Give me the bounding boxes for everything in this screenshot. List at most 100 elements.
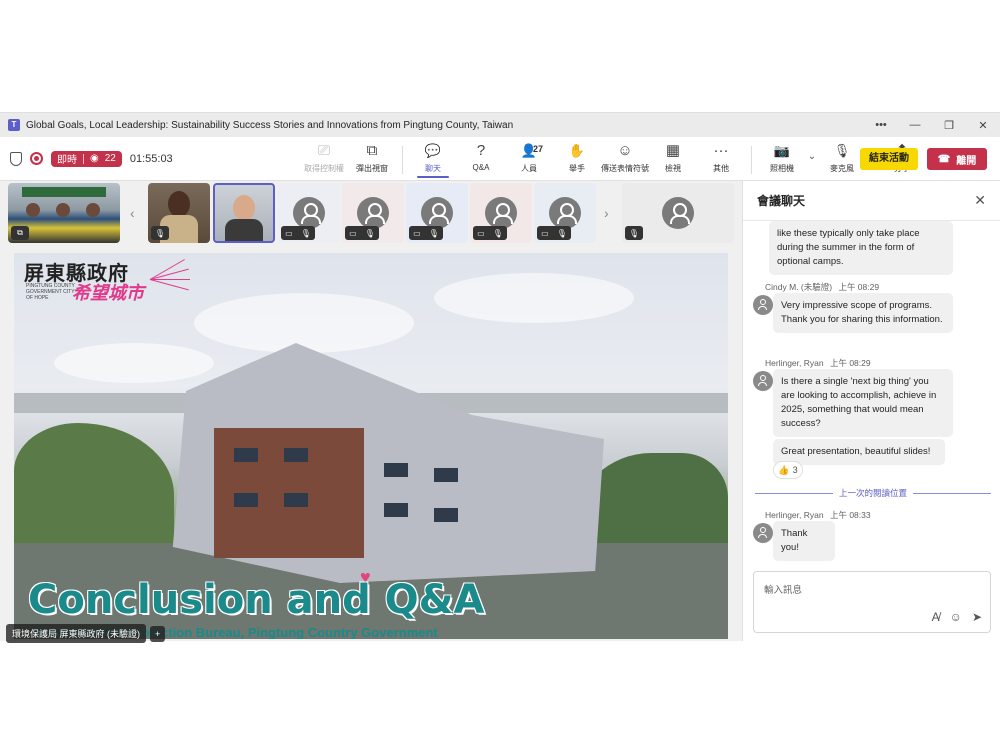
- view-button[interactable]: ▦ 檢視: [649, 141, 697, 174]
- thumbs-up-icon: 👍: [778, 464, 790, 475]
- participant-gallery: ⧉ ‹ 🎙 ▭ 🎙 ▭ 🎙 ▭ 🎙 ▭ 🎙 ▭ 🎙 › 🎙: [8, 183, 738, 243]
- message-meta: Herlinger, Ryan 上午 08:29: [765, 357, 871, 369]
- camera-off-icon: ▭: [413, 228, 421, 238]
- participant-tile-3[interactable]: ▭ 🎙: [278, 183, 340, 243]
- participant-tile-7[interactable]: ▭ 🎙: [534, 183, 596, 243]
- last-read-label: 上一次的閱讀位置: [839, 488, 908, 498]
- mic-muted-icon: 🎙: [151, 226, 169, 240]
- mic-muted-icon: 🎙: [364, 228, 375, 238]
- message-time: 上午 08:33: [829, 510, 871, 520]
- compose-placeholder: 輸入訊息: [764, 585, 803, 596]
- toolbar-actions: ⎚ 取得控制權 ⧉ 彈出視窗 💬 聊天 ? Q&A 👤 27 人員 ✋ 舉手 ☺…: [300, 141, 926, 179]
- meeting-chat-panel: 會議聊天 ✕ like these typically only take pl…: [742, 181, 1000, 641]
- camera-options-chevron-icon[interactable]: ⌄: [806, 151, 818, 162]
- chat-message: Great presentation, beautiful slides!: [773, 439, 945, 465]
- reaction-count: 3: [792, 465, 798, 475]
- live-badge: 即時 ◉ 22: [51, 150, 122, 167]
- tile-controls: ▭ 🎙: [537, 226, 571, 240]
- more-options-button[interactable]: •••: [864, 119, 898, 131]
- avatar: [357, 197, 389, 229]
- participant-tile-8[interactable]: 🎙: [622, 183, 734, 243]
- participant-tile-video-2[interactable]: [213, 183, 275, 243]
- phone-hangup-icon: ☎: [937, 153, 951, 165]
- message-author: Cindy M. (未驗證): [765, 282, 833, 292]
- camera-off-icon: ▭: [285, 228, 293, 238]
- window-title: Global Goals, Local Leadership: Sustaina…: [26, 119, 514, 131]
- end-activity-button[interactable]: 結束活動: [860, 148, 918, 170]
- participant-tile-4[interactable]: ▭ 🎙: [342, 183, 404, 243]
- viewer-count: 22: [104, 153, 116, 164]
- logo-subtitle: PINGTUNG COUNTY GOVERNMENT CITY OF HOPE: [26, 283, 75, 301]
- avatar: [549, 197, 581, 229]
- participant-tile-6[interactable]: ▭ 🎙: [470, 183, 532, 243]
- mic-muted-icon: 🎙: [556, 228, 567, 238]
- gallery-prev-arrow[interactable]: ‹: [130, 205, 135, 221]
- emoji-icon[interactable]: ☺: [950, 610, 962, 624]
- camera-off-icon: ▭: [477, 228, 485, 238]
- message-meta: Herlinger, Ryan 上午 08:33: [765, 509, 871, 521]
- share-screen-icon: ⧉: [11, 226, 29, 240]
- reaction-badge[interactable]: 👍 3: [773, 461, 803, 479]
- restore-button[interactable]: ❐: [932, 119, 966, 132]
- chat-header: 會議聊天 ✕: [743, 181, 1000, 221]
- tile-controls: ▭ 🎙: [281, 226, 315, 240]
- more-icon: ···: [713, 142, 729, 159]
- meeting-timer: 01:55:03: [129, 152, 173, 165]
- teams-app-icon: T: [8, 119, 20, 131]
- camera-button[interactable]: 📷 照相機: [758, 141, 806, 174]
- leave-button[interactable]: ☎ 離開: [927, 148, 987, 170]
- microphone-button[interactable]: 🎙 麥克風: [818, 141, 866, 174]
- people-button[interactable]: 👤 27 人員: [505, 141, 553, 174]
- format-icon[interactable]: A̸: [932, 610, 940, 624]
- tile-controls: ▭ 🎙: [473, 226, 507, 240]
- camera-off-icon: 📷: [773, 143, 791, 158]
- pop-out-icon: ⧉: [366, 142, 378, 159]
- raise-hand-button[interactable]: ✋ 舉手: [553, 141, 601, 174]
- chat-icon: 💬: [424, 143, 442, 158]
- title-bar: T Global Goals, Local Leadership: Sustai…: [0, 113, 1000, 137]
- gallery-next-arrow[interactable]: ›: [604, 205, 609, 221]
- message-time: 上午 08:29: [838, 282, 880, 292]
- logo-sparkle-icon: [149, 259, 200, 291]
- chat-message: Thank you!: [773, 521, 835, 561]
- add-icon[interactable]: +: [150, 625, 166, 642]
- mic-muted-icon: 🎙: [625, 226, 643, 240]
- avatar: [421, 197, 453, 229]
- close-icon[interactable]: ✕: [974, 192, 986, 209]
- screen-share-icon: ⎚: [317, 142, 330, 159]
- close-window-button[interactable]: ✕: [966, 119, 1000, 132]
- participant-tile-5[interactable]: ▭ 🎙: [406, 183, 468, 243]
- qa-button[interactable]: ? Q&A: [457, 141, 505, 172]
- slide-heading: Conclusion and Q&A: [28, 577, 485, 623]
- chat-title: 會議聊天: [757, 194, 806, 208]
- meeting-toolbar: 即時 ◉ 22 01:55:03 ⎚ 取得控制權 ⧉ 彈出視窗 💬 聊天 ? Q…: [0, 137, 1000, 181]
- shield-icon[interactable]: [10, 151, 22, 166]
- chat-button[interactable]: 💬 聊天: [409, 141, 457, 178]
- send-reaction-button[interactable]: ☺ 傳送表情符號: [601, 141, 649, 174]
- live-label: 即時: [57, 155, 77, 166]
- chat-message: like these typically only take place dur…: [769, 221, 953, 275]
- participant-tile-room[interactable]: ⧉: [8, 183, 120, 243]
- camera-off-icon: ▭: [541, 228, 549, 238]
- message-compose-box[interactable]: 輸入訊息 A̸ ☺ ➤: [753, 571, 991, 633]
- chat-message: Is there a single 'next big thing' you a…: [773, 369, 953, 437]
- mic-muted-icon: 🎙: [428, 228, 439, 238]
- more-button[interactable]: ··· 其他: [697, 141, 745, 174]
- avatar: [753, 371, 773, 391]
- avatar: [485, 197, 517, 229]
- chat-messages: like these typically only take place dur…: [743, 221, 1000, 567]
- send-icon[interactable]: ➤: [972, 610, 982, 624]
- message-meta: Cindy M. (未驗證) 上午 08:29: [765, 281, 879, 293]
- tile-controls: ▭ 🎙: [345, 226, 379, 240]
- logo-slogan: 希望城市: [72, 283, 144, 304]
- eye-icon: ◉: [90, 153, 99, 164]
- teams-window: T Global Goals, Local Leadership: Sustai…: [0, 112, 1000, 641]
- take-control-button[interactable]: ⎚ 取得控制權: [300, 141, 348, 174]
- last-read-divider: 上一次的閱讀位置: [755, 487, 992, 499]
- presenter-name-tag: 環境保護局 屏東縣政府 (未驗證) +: [6, 624, 166, 643]
- minimize-button[interactable]: —: [898, 119, 932, 131]
- leave-label: 離開: [956, 155, 977, 167]
- recording-icon: [30, 152, 43, 165]
- pop-out-button[interactable]: ⧉ 彈出視窗: [348, 141, 396, 174]
- participant-tile-video-1[interactable]: 🎙: [148, 183, 210, 243]
